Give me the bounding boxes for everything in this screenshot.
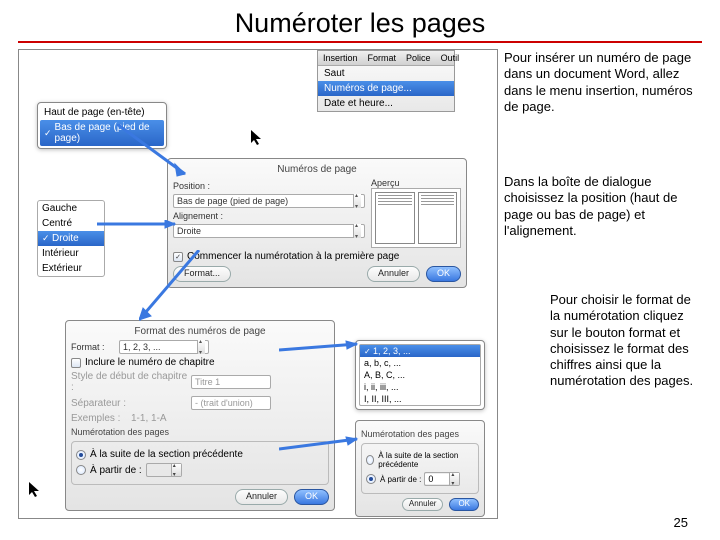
paragraph-3: Pour choisir le format de la numérotatio… xyxy=(550,292,704,390)
fmt-opt-123[interactable]: 1, 2, 3, ... xyxy=(360,345,480,357)
cursor-icon xyxy=(251,130,263,146)
page-title: Numéroter les pages xyxy=(18,8,702,43)
radio-start[interactable] xyxy=(76,465,86,475)
ok-button[interactable]: OK xyxy=(294,489,329,505)
start-spinner[interactable]: 0 xyxy=(424,472,460,486)
radio-start[interactable] xyxy=(366,474,376,484)
cursor-icon xyxy=(29,482,41,498)
arrow-4 xyxy=(279,340,369,360)
menu-tab-outil[interactable]: Outil xyxy=(436,51,465,65)
align-interieur[interactable]: Intérieur xyxy=(38,246,104,261)
align-exterieur[interactable]: Extérieur xyxy=(38,261,104,276)
alignment-field[interactable]: Droite xyxy=(173,224,365,238)
dialog-title: Numéros de page xyxy=(173,164,461,175)
ok-button[interactable]: OK xyxy=(449,498,479,511)
menu-tab-insertion[interactable]: Insertion xyxy=(318,51,363,65)
option-header[interactable]: Haut de page (en-tête) xyxy=(40,105,164,120)
start-spinner xyxy=(146,463,182,477)
arrow-3 xyxy=(139,250,249,330)
cancel-button[interactable]: Annuler xyxy=(402,498,444,511)
apercu-label: Aperçu xyxy=(371,178,429,188)
include-chapter-checkbox[interactable] xyxy=(71,358,81,368)
examples-label: Exemples : xyxy=(71,413,131,424)
format-field[interactable]: 1, 2, 3, ... xyxy=(119,340,209,354)
format-list-popup: 1, 2, 3, ... a, b, c, ... A, B, C, ... i… xyxy=(355,340,485,410)
radio-start-label: À partir de : xyxy=(380,475,421,484)
menu-item-saut[interactable]: Saut xyxy=(318,66,454,81)
radio-continue-label: À la suite de la section précédente xyxy=(378,451,474,469)
fmt-opt-I[interactable]: I, II, III, ... xyxy=(360,393,480,405)
screenshot-canvas: Insertion Format Police Outil Saut Numér… xyxy=(18,49,498,519)
fmt-opt-i[interactable]: i, ii, iii, ... xyxy=(360,381,480,393)
paragraph-2: Dans la boîte de dialogue choisissez la … xyxy=(504,174,704,239)
arrow-5 xyxy=(279,435,369,455)
alignment-popup: Gauche Centré Droite Intérieur Extérieur xyxy=(37,200,105,277)
menu-tab-format[interactable]: Format xyxy=(363,51,402,65)
format-label: Format : xyxy=(71,342,119,352)
cancel-button[interactable]: Annuler xyxy=(367,266,420,282)
fmt-opt-abc[interactable]: a, b, c, ... xyxy=(360,357,480,369)
examples-value: 1-1, 1-A xyxy=(131,413,167,424)
preview-pane xyxy=(371,188,461,248)
align-centre[interactable]: Centré xyxy=(38,216,104,231)
ok-button[interactable]: OK xyxy=(426,266,461,282)
radio-start-label: À partir de : xyxy=(90,465,142,476)
chapter-style-label: Style de début de chapitre : xyxy=(71,371,191,393)
menu-tab-police[interactable]: Police xyxy=(401,51,436,65)
page-number: 25 xyxy=(674,515,688,530)
arrow-2 xyxy=(97,220,187,240)
align-gauche[interactable]: Gauche xyxy=(38,201,104,216)
align-droite[interactable]: Droite xyxy=(38,231,104,246)
menu-item-date-heure[interactable]: Date et heure... xyxy=(318,96,454,111)
menu-insertion: Insertion Format Police Outil Saut Numér… xyxy=(317,50,455,112)
menu-item-numeros-page[interactable]: Numéros de page... xyxy=(318,81,454,96)
separator-field: - (trait d'union) xyxy=(191,396,271,410)
arrow-1 xyxy=(117,124,197,184)
radio-continue[interactable] xyxy=(366,455,374,465)
dialog-numerotation-start: Numérotation des pages À la suite de la … xyxy=(355,420,485,517)
numerotation-group-title: Numérotation des pages xyxy=(361,429,479,439)
include-chapter-label: Inclure le numéro de chapitre xyxy=(85,357,215,368)
cancel-button[interactable]: Annuler xyxy=(235,489,288,505)
separator-label: Séparateur : xyxy=(71,398,191,409)
radio-continue-label: À la suite de la section précédente xyxy=(90,449,243,460)
fmt-opt-ABC[interactable]: A, B, C, ... xyxy=(360,369,480,381)
paragraph-1: Pour insérer un numéro de page dans un d… xyxy=(504,50,704,115)
menubar: Insertion Format Police Outil xyxy=(318,51,454,66)
position-field[interactable]: Bas de page (pied de page) xyxy=(173,194,365,208)
radio-continue[interactable] xyxy=(76,450,86,460)
chapter-style-field: Titre 1 xyxy=(191,375,271,389)
